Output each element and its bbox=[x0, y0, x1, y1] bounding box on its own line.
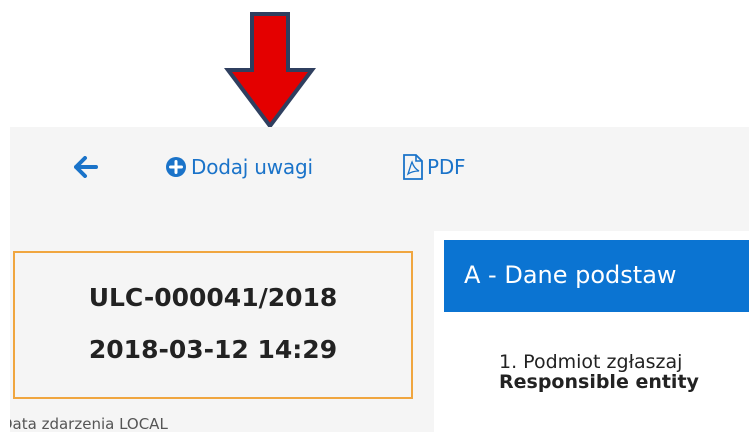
toolbar: Dodaj uwagi PDF bbox=[10, 127, 749, 205]
record-datetime: 2018-03-12 14:29 bbox=[88, 335, 338, 364]
back-button[interactable] bbox=[74, 152, 104, 182]
pdf-button[interactable]: PDF bbox=[402, 153, 466, 181]
file-pdf-icon bbox=[403, 154, 423, 180]
plus-circle-icon bbox=[166, 157, 186, 177]
pdf-label: PDF bbox=[427, 155, 466, 179]
app-window: Dodaj uwagi PDF ULC-000041/2018 2018-03-… bbox=[10, 127, 749, 432]
field-1-label: 1. Podmiot zgłaszaj bbox=[499, 351, 683, 373]
field-1-label-en: Responsible entity bbox=[499, 371, 699, 393]
section-header[interactable]: A - Dane podstaw bbox=[444, 240, 749, 312]
annotation-arrow-icon bbox=[224, 12, 316, 130]
record-id-card: ULC-000041/2018 2018-03-12 14:29 bbox=[13, 251, 413, 399]
record-number: ULC-000041/2018 bbox=[88, 283, 338, 312]
section-panel: A - Dane podstaw 1. Podmiot zgłaszaj Res… bbox=[434, 231, 749, 432]
arrow-left-icon bbox=[74, 156, 98, 178]
add-notes-label: Dodaj uwagi bbox=[191, 155, 313, 179]
add-notes-button[interactable]: Dodaj uwagi bbox=[165, 153, 313, 181]
event-date-label: Data zdarzenia LOCAL bbox=[10, 415, 168, 432]
section-title: A - Dane podstaw bbox=[464, 261, 677, 289]
